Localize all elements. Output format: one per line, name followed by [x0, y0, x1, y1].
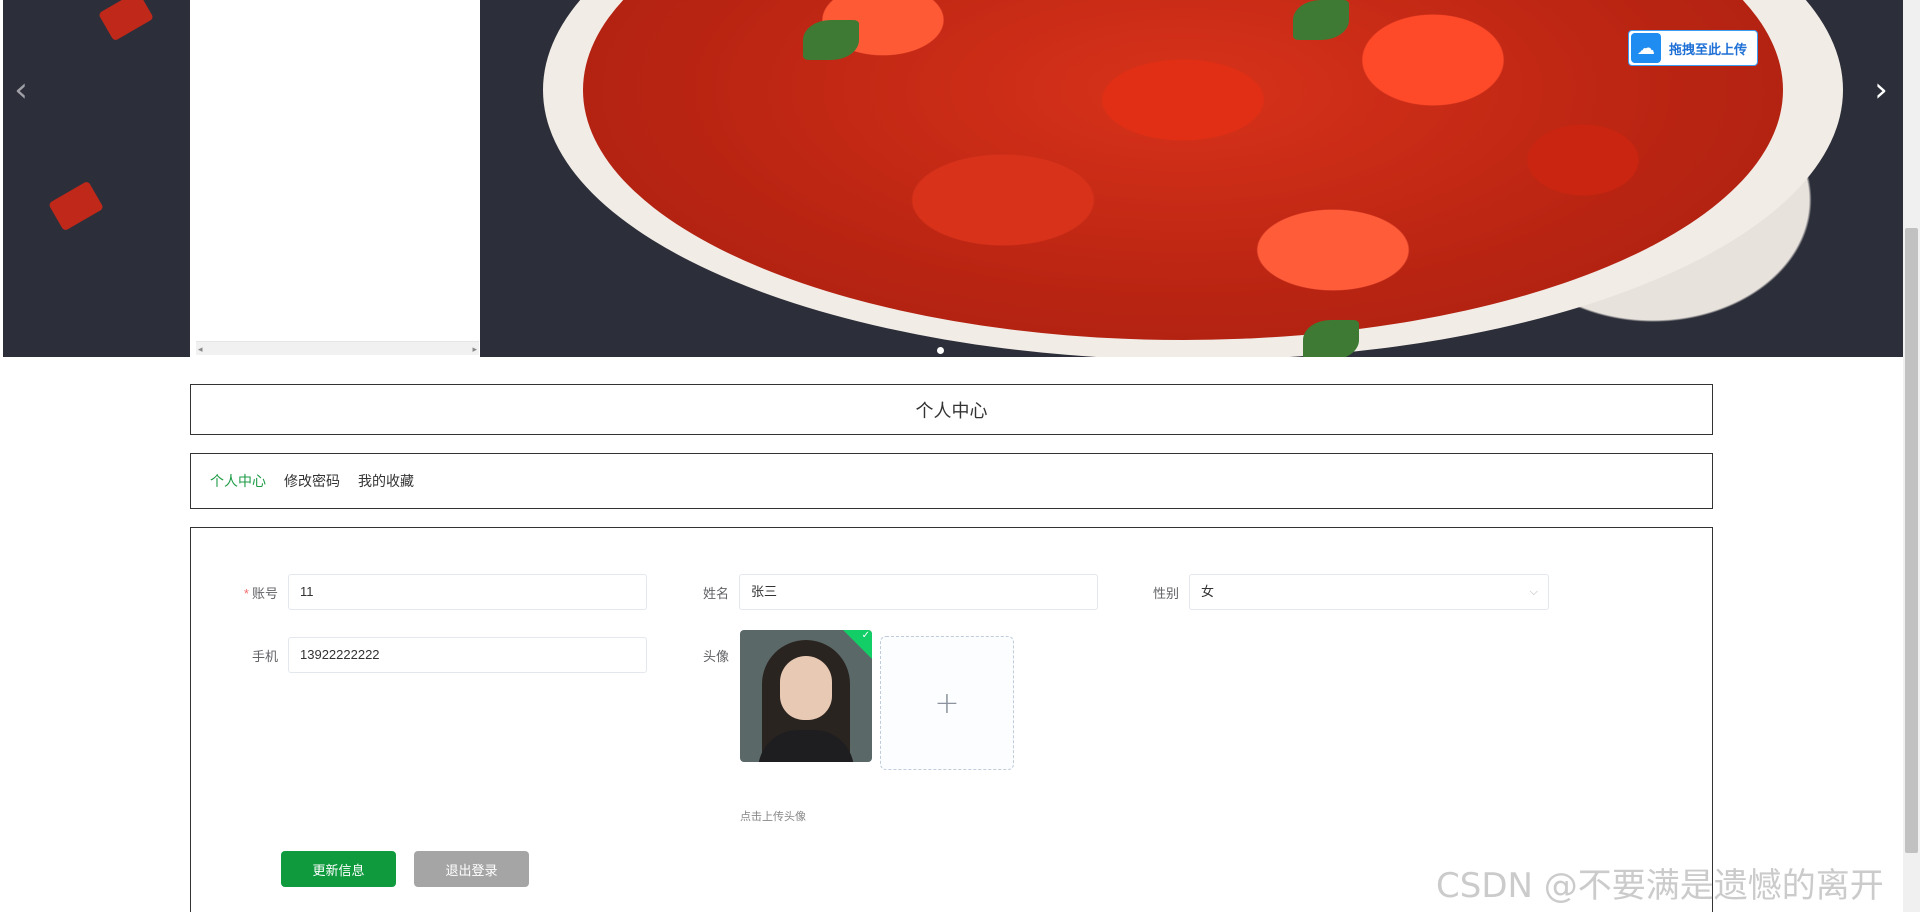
carousel-indicators[interactable] — [937, 341, 944, 357]
account-field: * 账号 11 — [240, 574, 647, 610]
gender-label: 性别 — [1152, 585, 1179, 601]
watermark: CSDN @不要满是遗憾的离开 — [1436, 866, 1884, 906]
chili-piece — [98, 0, 154, 42]
page-scrollbar-thumb[interactable] — [1905, 228, 1918, 853]
avatar-label: 头像 — [702, 648, 729, 664]
phone-field: 手机 13922222222 — [240, 637, 647, 673]
chili-piece — [48, 180, 104, 232]
avatar-upload-button[interactable]: + — [880, 636, 1014, 770]
account-input[interactable]: 11 — [288, 574, 647, 610]
avatar-preview[interactable]: ✓ — [740, 630, 872, 762]
name-label: 姓名 — [702, 585, 729, 601]
account-label: * 账号 — [240, 583, 288, 602]
cloud-upload-icon: ☁ — [1631, 33, 1661, 63]
check-icon: ✓ — [861, 630, 870, 641]
page-scrollbar[interactable] — [1903, 0, 1920, 912]
drag-upload-label: 拖拽至此上传 — [1669, 41, 1748, 57]
avatar-upload-hint: 点击上传头像 — [740, 811, 806, 823]
carousel-prev-icon[interactable]: ‹ — [6, 70, 36, 110]
scroll-left-icon[interactable]: ◂ — [198, 344, 203, 355]
gender-field: 性别 女 ⌵ — [1141, 574, 1549, 610]
required-mark: * — [243, 585, 249, 601]
name-input[interactable]: 张三 — [739, 574, 1098, 610]
logout-button[interactable]: 退出登录 — [414, 851, 529, 887]
tab-bar: 个人中心 修改密码 我的收藏 — [190, 453, 1713, 509]
tab-favorites[interactable]: 我的收藏 — [358, 471, 414, 491]
panel-horizontal-scrollbar[interactable]: ◂ ▸ — [196, 341, 479, 355]
page-title: 个人中心 — [915, 400, 988, 421]
cilantro-leaf — [1303, 320, 1359, 357]
name-field: 姓名 张三 — [691, 574, 1098, 610]
avatar-face — [780, 656, 832, 720]
carousel-next-icon[interactable]: › — [1866, 70, 1896, 110]
chevron-down-icon: ⌵ — [1529, 586, 1538, 598]
gender-select[interactable]: 女 ⌵ — [1189, 574, 1549, 610]
cilantro-leaf — [803, 20, 859, 60]
tab-profile[interactable]: 个人中心 — [210, 471, 266, 491]
update-info-button[interactable]: 更新信息 — [281, 851, 396, 887]
banner-carousel[interactable]: ◂ ▸ — [3, 0, 1903, 357]
scroll-right-icon[interactable]: ▸ — [472, 344, 477, 355]
avatar-field: 头像 — [691, 637, 739, 673]
banner-white-panel — [190, 0, 480, 357]
cilantro-leaf — [1293, 0, 1349, 40]
plus-icon: + — [934, 685, 960, 721]
phone-label: 手机 — [251, 648, 278, 664]
page: ◂ ▸ ‹ › ☁ 拖拽至此上传 个人中心 个人中心 修改密码 我的收藏 * 账号… — [0, 0, 1920, 912]
carousel-dot[interactable] — [937, 347, 944, 354]
tab-change-password[interactable]: 修改密码 — [284, 471, 340, 491]
page-title-box: 个人中心 — [190, 384, 1713, 435]
phone-input[interactable]: 13922222222 — [288, 637, 647, 673]
account-label-text: 账号 — [251, 585, 278, 601]
drag-upload-widget[interactable]: ☁ 拖拽至此上传 — [1628, 30, 1758, 66]
gender-value: 女 — [1201, 584, 1215, 599]
